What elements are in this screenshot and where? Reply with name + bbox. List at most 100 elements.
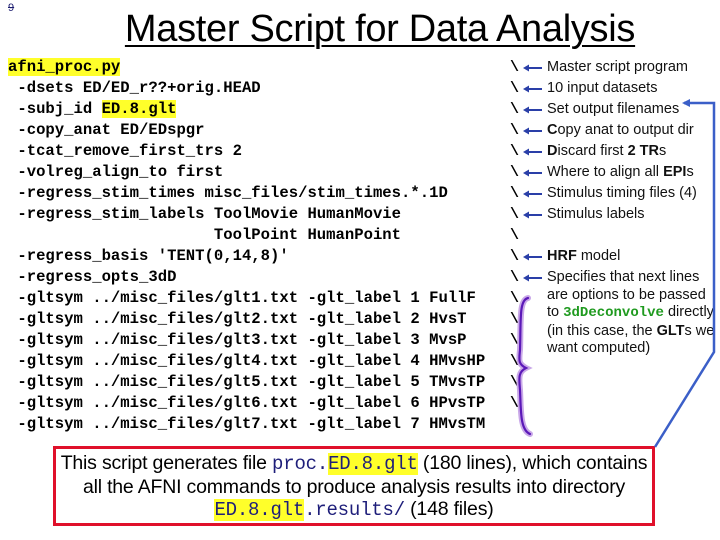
line-continuation: \	[510, 59, 520, 76]
script-line: -gltsym ../misc_files/glt5.txt -glt_labe…	[8, 372, 485, 393]
code-text: -regress_basis 'TENT(0,14,8)'	[8, 247, 289, 265]
code-text: -dsets ED/ED_r??+orig.HEAD	[8, 79, 261, 97]
left-arrow-icon	[523, 190, 542, 198]
left-arrow-icon	[523, 64, 542, 72]
line-continuation: \	[510, 164, 520, 181]
code-text: -gltsym ../misc_files/glt2.txt -glt_labe…	[8, 310, 467, 328]
note-text: Set output filenames	[547, 101, 680, 117]
line-continuation: \	[510, 101, 520, 118]
continuation-column: \ \ \ \ \ \ \ \ \ \ \ \ \ \ \ \ \	[510, 57, 519, 414]
annotation-note	[547, 225, 717, 246]
highlighted-token: ED.8.glt	[101, 100, 177, 118]
line-continuation: \	[510, 80, 520, 97]
script-line: afni_proc.py	[8, 57, 485, 78]
code-text: -subj_id	[8, 100, 102, 118]
left-arrow-icon	[523, 211, 542, 219]
slide-title: Master Script for Data Analysis	[124, 8, 636, 50]
code-text: -gltsym ../misc_files/glt1.txt -glt_labe…	[8, 289, 476, 307]
script-line: -dsets ED/ED_r??+orig.HEAD	[8, 78, 485, 99]
left-arrow-icon	[523, 148, 542, 156]
script-line: -regress_stim_labels ToolMovie HumanMovi…	[8, 204, 485, 225]
script-line: -regress_opts_3dD	[8, 267, 485, 288]
curly-brace-inner	[518, 296, 532, 436]
script-line: -gltsym ../misc_files/glt1.txt -glt_labe…	[8, 288, 485, 309]
annotation-note: Discard first 2 TRs	[547, 141, 717, 162]
proc-file-highlight: ED.8.glt	[328, 453, 418, 475]
code-text: -gltsym ../misc_files/glt6.txt -glt_labe…	[8, 394, 486, 412]
line-continuation: \	[510, 122, 520, 139]
left-arrow-icon	[523, 274, 542, 282]
summary-box: This script generates file proc.ED.8.glt…	[53, 446, 655, 526]
script-line: -volreg_align_to first	[8, 162, 485, 183]
line-continuation: \	[510, 206, 520, 223]
highlighted-token: afni_proc.py	[8, 58, 121, 76]
note-text: C	[547, 122, 558, 138]
annotation-note: Master script program	[547, 57, 717, 78]
program-name: 3dDeconvolve	[563, 305, 664, 321]
line-continuation: \	[510, 248, 520, 265]
script-line: -regress_basis 'TENT(0,14,8)'	[8, 246, 485, 267]
code-text: -gltsym ../misc_files/glt4.txt -glt_labe…	[8, 352, 486, 370]
note-text: Where to align all	[547, 164, 664, 180]
line-continuation: \	[510, 143, 520, 160]
note-text: EPI	[663, 164, 687, 180]
annotation-note: Stimulus timing files (4)	[547, 183, 717, 204]
note-text: s	[659, 143, 667, 159]
note-text: opy anat to output dir	[557, 122, 694, 138]
code-text: -gltsym ../misc_files/glt3.txt -glt_labe…	[8, 331, 467, 349]
left-arrow-icon	[523, 253, 542, 261]
code-text: ToolPoint HumanPoint	[8, 226, 402, 244]
note-text: GLT	[656, 322, 685, 339]
summary-text-post: (148 files)	[404, 498, 494, 520]
line-continuation: \	[510, 332, 520, 349]
annotation-note: 10 input datasets	[547, 78, 717, 99]
note-text: 10 input datasets	[547, 80, 658, 96]
options-note: Specifies that next lines are options to…	[547, 269, 717, 358]
script-line: -copy_anat ED/EDspgr	[8, 120, 485, 141]
script-line: -gltsym ../misc_files/glt7.txt -glt_labe…	[8, 414, 485, 435]
annotation-note: Set output filenames	[547, 99, 717, 120]
note-text: D	[547, 143, 558, 159]
script-line: -gltsym ../misc_files/glt4.txt -glt_labe…	[8, 351, 485, 372]
code-text: -tcat_remove_first_trs 2	[8, 142, 242, 160]
line-continuation: \	[510, 185, 520, 202]
note-text: s	[686, 164, 694, 180]
line-continuation: \	[510, 227, 520, 244]
results-dir-highlight: ED.8.glt	[214, 499, 305, 521]
results-dir-suffix: .results/	[304, 499, 405, 521]
line-continuation: \	[510, 290, 520, 307]
line-continuation: \	[510, 374, 520, 391]
script-line: -regress_stim_times misc_files/stim_time…	[8, 183, 485, 204]
code-text: -regress_stim_labels ToolMovie HumanMovi…	[8, 205, 402, 223]
code-text: -regress_opts_3dD	[8, 268, 177, 286]
script-line: -tcat_remove_first_trs 2	[8, 141, 485, 162]
script-line: ToolPoint HumanPoint	[8, 225, 485, 246]
note-text: HRF	[547, 248, 577, 264]
script-line: -gltsym ../misc_files/glt3.txt -glt_labe…	[8, 330, 485, 351]
annotation-note: Copy anat to output dir	[547, 120, 717, 141]
code-text: -regress_stim_times misc_files/stim_time…	[8, 184, 448, 202]
note-text: Master script program	[547, 59, 689, 75]
script-line: -gltsym ../misc_files/glt6.txt -glt_labe…	[8, 393, 485, 414]
note-text: iscard first	[557, 143, 628, 159]
summary-text-pre: This script generates file	[60, 452, 273, 474]
line-continuation: \	[510, 269, 520, 286]
note-text: model	[576, 248, 621, 264]
left-arrow-icon	[523, 169, 542, 177]
code-text: -volreg_align_to first	[8, 163, 224, 181]
note-text: Stimulus labels	[547, 206, 645, 222]
code-text: -gltsym ../misc_files/glt7.txt -glt_labe…	[8, 415, 486, 433]
line-continuation: \	[510, 311, 520, 328]
line-continuation: \	[510, 395, 520, 412]
note-text: Stimulus timing files (4)	[547, 185, 697, 201]
annotation-notes: Master script program 10 input datasets Se…	[547, 57, 717, 358]
script-line: -subj_id ED.8.glt	[8, 99, 485, 120]
line-continuation: \	[510, 353, 520, 370]
script-code-block: afni_proc.py -dsets ED/ED_r??+orig.HEAD …	[8, 57, 485, 435]
left-arrow-icon	[523, 106, 542, 114]
code-text: -gltsym ../misc_files/glt5.txt -glt_labe…	[8, 373, 486, 391]
left-arrow-icon	[523, 85, 542, 93]
note-text: 2 TR	[627, 143, 659, 159]
annotation-note: Where to align all EPIs	[547, 162, 717, 183]
curly-brace	[516, 295, 533, 437]
